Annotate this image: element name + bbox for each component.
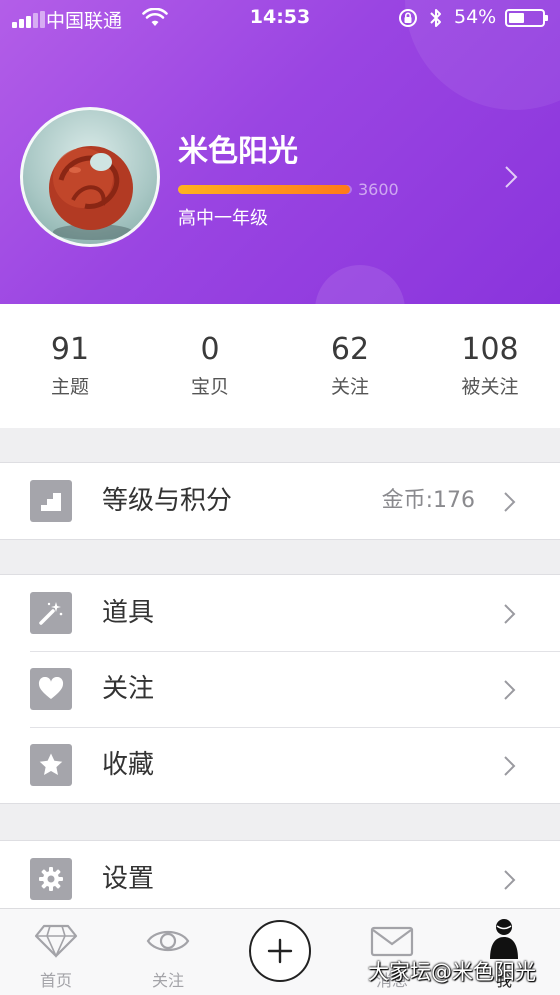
stairs-icon — [30, 480, 72, 522]
profile-header[interactable]: 中国联通 14:53 54% 米色阳光 3600 高中一年级 — [0, 0, 560, 304]
menu-item-settings[interactable]: 设置 — [0, 841, 560, 917]
level-progress-fill — [178, 185, 351, 194]
avatar-image — [49, 146, 133, 240]
bluetooth-icon — [430, 9, 441, 27]
battery-fill — [509, 13, 525, 23]
menu-item-favorites[interactable]: 收藏 — [0, 727, 560, 803]
stat-label: 被关注 — [461, 376, 519, 398]
star-icon — [30, 744, 72, 786]
heart-icon — [30, 668, 72, 710]
chevron-right-icon — [504, 756, 516, 776]
stat-value: 91 — [50, 332, 90, 367]
battery-icon — [505, 9, 548, 27]
chevron-right-icon — [504, 604, 516, 624]
menu-item-props[interactable]: 道具 — [0, 575, 560, 651]
stat-topics[interactable]: 91 主题 — [0, 332, 140, 399]
stat-followers[interactable]: 108 被关注 — [420, 332, 560, 399]
menu-item-level-points[interactable]: 等级与积分 金币:176 — [0, 463, 560, 539]
orientation-lock-icon — [399, 9, 417, 27]
eye-icon — [146, 930, 190, 952]
menu-item-label: 道具 — [102, 598, 155, 628]
level-progress-bar — [178, 185, 352, 194]
stat-label: 主题 — [50, 376, 89, 398]
person-icon — [490, 919, 518, 959]
menu-item-label: 设置 — [102, 864, 155, 894]
stat-label: 关注 — [330, 376, 369, 398]
menu-item-label: 关注 — [102, 674, 155, 704]
chevron-right-icon[interactable] — [503, 164, 519, 190]
stat-value: 108 — [461, 332, 519, 367]
menu-item-label: 等级与积分 — [102, 486, 233, 516]
experience-points: 3600 — [358, 180, 399, 199]
tab-home[interactable]: 首页 — [0, 909, 112, 995]
tab-label: 首页 — [39, 971, 72, 990]
user-grade: 高中一年级 — [178, 208, 268, 229]
post-button[interactable] — [249, 920, 311, 982]
level-points-group: 等级与积分 金币:176 — [0, 462, 560, 540]
stats-panel: 91 主题 0 宝贝 62 关注 108 被关注 — [0, 304, 560, 428]
coin-balance: 金币:176 — [381, 488, 475, 513]
tab-label: 关注 — [151, 971, 184, 990]
stat-treasures[interactable]: 0 宝贝 — [140, 332, 280, 399]
avatar[interactable] — [20, 107, 160, 247]
tab-follow[interactable]: 关注 — [112, 909, 224, 995]
stat-value: 0 — [200, 332, 220, 367]
magic-wand-icon — [30, 592, 72, 634]
chevron-right-icon — [504, 870, 516, 890]
menu-item-follow[interactable]: 关注 — [0, 651, 560, 727]
mail-icon — [370, 926, 414, 957]
chevron-right-icon — [504, 680, 516, 700]
chevron-right-icon — [504, 492, 516, 512]
status-bar: 中国联通 14:53 54% — [0, 0, 560, 36]
watermark: 大家坛@米色阳光 — [368, 960, 536, 984]
diamond-icon — [34, 924, 78, 958]
menu-item-label: 收藏 — [102, 750, 155, 780]
gear-icon — [30, 858, 72, 900]
stat-value: 62 — [330, 332, 370, 367]
menu-group: 道具 关注 收藏 — [0, 574, 560, 804]
username: 米色阳光 — [178, 134, 298, 169]
plus-icon — [267, 938, 293, 964]
decorative-circle — [315, 265, 405, 304]
stat-following[interactable]: 62 关注 — [280, 332, 420, 399]
stat-label: 宝贝 — [190, 376, 229, 398]
battery-percent: 54% — [454, 6, 497, 28]
settings-group: 设置 — [0, 840, 560, 918]
